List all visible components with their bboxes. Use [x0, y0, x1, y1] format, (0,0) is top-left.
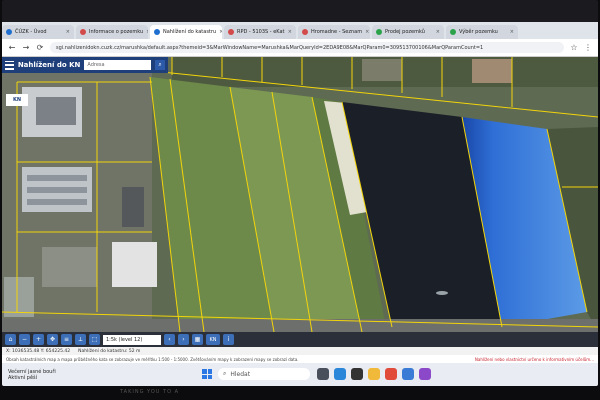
- menu-icon[interactable]: ⋮: [584, 43, 592, 52]
- status-bar: X: 1036535.48 Y: 654225.42 Nahlížení do …: [2, 347, 598, 355]
- search-icon[interactable]: ⌕: [155, 60, 165, 70]
- taskbar-search-input[interactable]: ⌕ Hledat: [218, 368, 310, 380]
- star-icon[interactable]: ☆: [570, 43, 578, 52]
- favicon-icon: [376, 29, 382, 35]
- back-icon[interactable]: ←: [8, 43, 16, 52]
- notice-right: Nahlížení nebo vlastnictví určeno k info…: [474, 356, 594, 362]
- taskbar: Večerní jasné bouři Aktivní pěší ⌕ Hleda…: [2, 363, 598, 386]
- browser-tab[interactable]: Hromadne - Seznam ×: [298, 25, 370, 39]
- browser-tab[interactable]: Výběr pozemku ×: [446, 25, 518, 39]
- weather-widget[interactable]: Večerní jasné bouři Aktivní pěší: [8, 369, 98, 381]
- screen: ČÚZK - Úvod×Informace o pozemku×Nahlížen…: [2, 0, 598, 386]
- address-bar: ← → ⟳ sgi.nahlizenidokn.cuzk.cz/marushka…: [2, 39, 598, 57]
- close-tab-icon[interactable]: ×: [288, 29, 292, 35]
- tab-label: ČÚZK - Úvod: [15, 29, 47, 35]
- layers-icon[interactable]: ≡: [61, 334, 72, 345]
- measure-icon[interactable]: ⟂: [75, 334, 86, 345]
- browser-tab[interactable]: RPD - 5103S - eKat ×: [224, 25, 296, 39]
- hamburger-menu-icon[interactable]: [5, 60, 14, 70]
- files-icon[interactable]: [368, 368, 380, 380]
- favicon-icon: [6, 29, 12, 35]
- pan-icon[interactable]: ✥: [47, 334, 58, 345]
- browser-tab[interactable]: Nahlížení do katastru ×: [150, 25, 222, 39]
- browser-tab-bar: ČÚZK - Úvod×Informace o pozemku×Nahlížen…: [2, 22, 598, 39]
- tab-label: Prodej pozemků: [385, 29, 425, 35]
- search-icon: ⌕: [223, 370, 227, 377]
- app-icon[interactable]: [419, 368, 431, 380]
- taskbar-apps: [317, 368, 431, 380]
- close-tab-icon[interactable]: ×: [219, 29, 222, 35]
- taskview-icon[interactable]: [317, 368, 329, 380]
- favicon-icon: [450, 29, 456, 35]
- browser-tab[interactable]: Prodej pozemků ×: [372, 25, 444, 39]
- below-screen-text: TAKING YOU TO A: [120, 389, 180, 395]
- grid-icon[interactable]: ▦: [192, 334, 203, 345]
- home-icon[interactable]: ⌂: [5, 334, 16, 345]
- map-toolbar: ⌂ − + ✥ ≡ ⟂ ⬚ 1:5k (level 12) ‹ › ▦ KN i: [2, 332, 598, 347]
- kn-button[interactable]: KN: [206, 334, 220, 345]
- app-title: Nahlížení do KN: [17, 61, 81, 69]
- tab-label: Informace o pozemku: [89, 29, 144, 35]
- favicon-icon: [80, 29, 86, 35]
- coordinates-readout: X: 1036535.48 Y: 654225.42: [6, 348, 71, 354]
- tab-label: Hromadne - Seznam: [311, 29, 363, 35]
- browser-tab[interactable]: Informace o pozemku×: [76, 25, 148, 39]
- tab-label: Nahlížení do katastru: [163, 29, 217, 35]
- store-icon[interactable]: [402, 368, 414, 380]
- close-tab-icon[interactable]: ×: [510, 29, 514, 35]
- zoom-out-icon[interactable]: −: [19, 334, 30, 345]
- edge-icon[interactable]: [334, 368, 346, 380]
- scale-select[interactable]: 1:5k (level 12): [103, 334, 161, 345]
- browser-tab[interactable]: ČÚZK - Úvod ×: [2, 25, 74, 39]
- next-icon[interactable]: ›: [178, 334, 189, 345]
- forward-icon[interactable]: →: [22, 43, 30, 52]
- close-tab-icon[interactable]: ×: [66, 29, 70, 35]
- info-icon[interactable]: i: [223, 334, 234, 345]
- close-tab-icon[interactable]: ×: [436, 29, 440, 35]
- favicon-icon: [154, 29, 160, 35]
- notice-left: Obsah katastrálních map a mapa průběžnéh…: [6, 356, 299, 362]
- zoom-in-icon[interactable]: +: [33, 334, 44, 345]
- notice-bar: Obsah katastrálních map a mapa průběžnéh…: [2, 355, 598, 363]
- prev-icon[interactable]: ‹: [164, 334, 175, 345]
- address-search-input[interactable]: Adresa: [84, 60, 152, 70]
- close-tab-icon[interactable]: ×: [365, 29, 369, 35]
- favicon-icon: [302, 29, 308, 35]
- cadastral-map[interactable]: [2, 57, 598, 332]
- reload-icon[interactable]: ⟳: [36, 43, 44, 52]
- tab-label: Výběr pozemku: [459, 29, 498, 35]
- terminal-icon[interactable]: [351, 368, 363, 380]
- select-icon[interactable]: ⬚: [89, 334, 100, 345]
- favicon-icon: [228, 29, 234, 35]
- close-tab-icon[interactable]: ×: [146, 29, 148, 35]
- tab-label: RPD - 5103S - eKat: [237, 29, 285, 35]
- kn-logo: KN: [6, 94, 28, 106]
- url-input[interactable]: sgi.nahlizenidokn.cuzk.cz/marushka/defau…: [50, 42, 564, 53]
- app-header: Nahlížení do KN Adresa ⌕: [2, 57, 168, 73]
- windows-start-icon[interactable]: [202, 369, 212, 379]
- chrome-icon[interactable]: [385, 368, 397, 380]
- mode-readout: Nahlížení do katastru: 52 m: [78, 348, 141, 354]
